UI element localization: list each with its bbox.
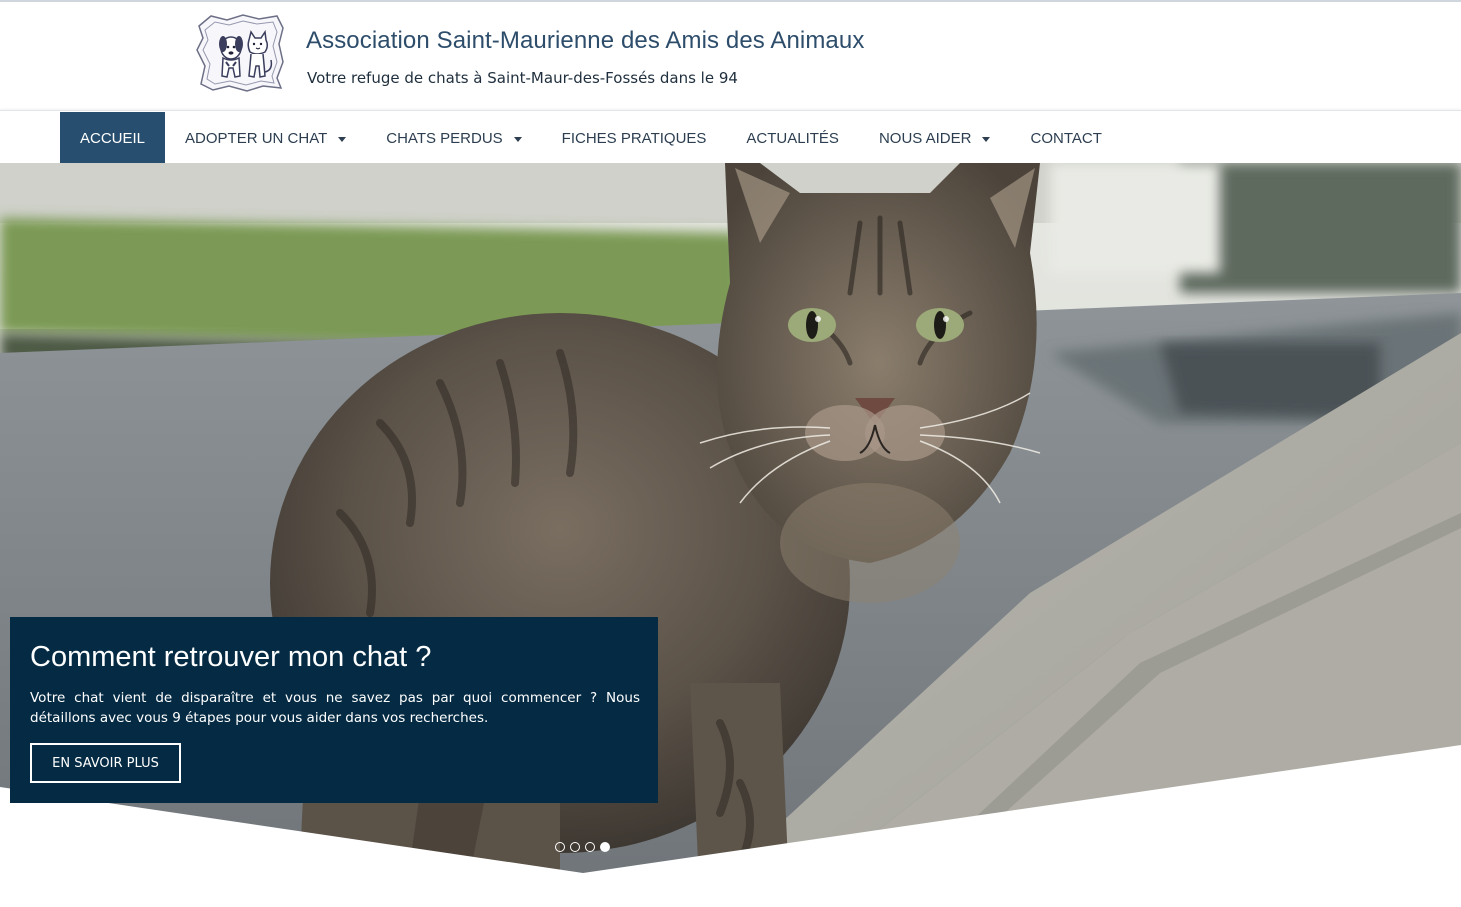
- learn-more-button[interactable]: EN SAVOIR PLUS: [30, 743, 181, 783]
- slide-caption: Comment retrouver mon chat ? Votre chat …: [10, 617, 658, 803]
- main-navigation: ACCUEIL ADOPTER UN CHAT CHATS PERDUS FIC…: [0, 110, 1461, 164]
- nav-item-accueil[interactable]: ACCUEIL: [60, 112, 166, 164]
- site-tagline: Votre refuge de chats à Saint-Maur-des-F…: [307, 69, 738, 87]
- dog-and-cat-logo-icon[interactable]: [193, 14, 285, 92]
- nav-item-label: ADOPTER UN CHAT: [185, 129, 328, 147]
- nav-list: ACCUEIL ADOPTER UN CHAT CHATS PERDUS FIC…: [60, 112, 1122, 164]
- slide-title: Comment retrouver mon chat ?: [30, 641, 432, 673]
- nav-item-actualites[interactable]: ACTUALITÉS: [726, 112, 859, 164]
- slide-dot-1[interactable]: [555, 842, 565, 852]
- slide-description: Votre chat vient de disparaître et vous …: [30, 690, 640, 726]
- slide-dot-3[interactable]: [585, 842, 595, 852]
- nav-item-label: CONTACT: [1030, 129, 1102, 147]
- nav-item-label: ACCUEIL: [80, 129, 146, 147]
- nav-item-contact[interactable]: CONTACT: [1010, 112, 1121, 164]
- nav-item-nous-aider[interactable]: NOUS AIDER: [859, 112, 1011, 164]
- nav-item-adopter-un-chat[interactable]: ADOPTER UN CHAT: [165, 112, 366, 164]
- nav-item-fiches-pratiques[interactable]: FICHES PRATIQUES: [542, 112, 727, 164]
- site-header: Association Saint-Maurienne des Amis des…: [0, 2, 1461, 110]
- caret-down-icon: [982, 136, 991, 142]
- nav-item-label: CHATS PERDUS: [386, 129, 503, 147]
- slide-dot-2[interactable]: [570, 842, 580, 852]
- slider-pagination: [555, 842, 610, 852]
- caret-down-icon: [338, 136, 347, 142]
- slide-dot-4[interactable]: [600, 842, 610, 852]
- nav-item-label: ACTUALITÉS: [746, 129, 839, 147]
- nav-item-chats-perdus[interactable]: CHATS PERDUS: [366, 112, 541, 164]
- nav-item-label: FICHES PRATIQUES: [561, 129, 707, 147]
- nav-item-label: NOUS AIDER: [878, 129, 972, 147]
- site-title[interactable]: Association Saint-Maurienne des Amis des…: [306, 27, 864, 55]
- caret-down-icon: [513, 136, 522, 142]
